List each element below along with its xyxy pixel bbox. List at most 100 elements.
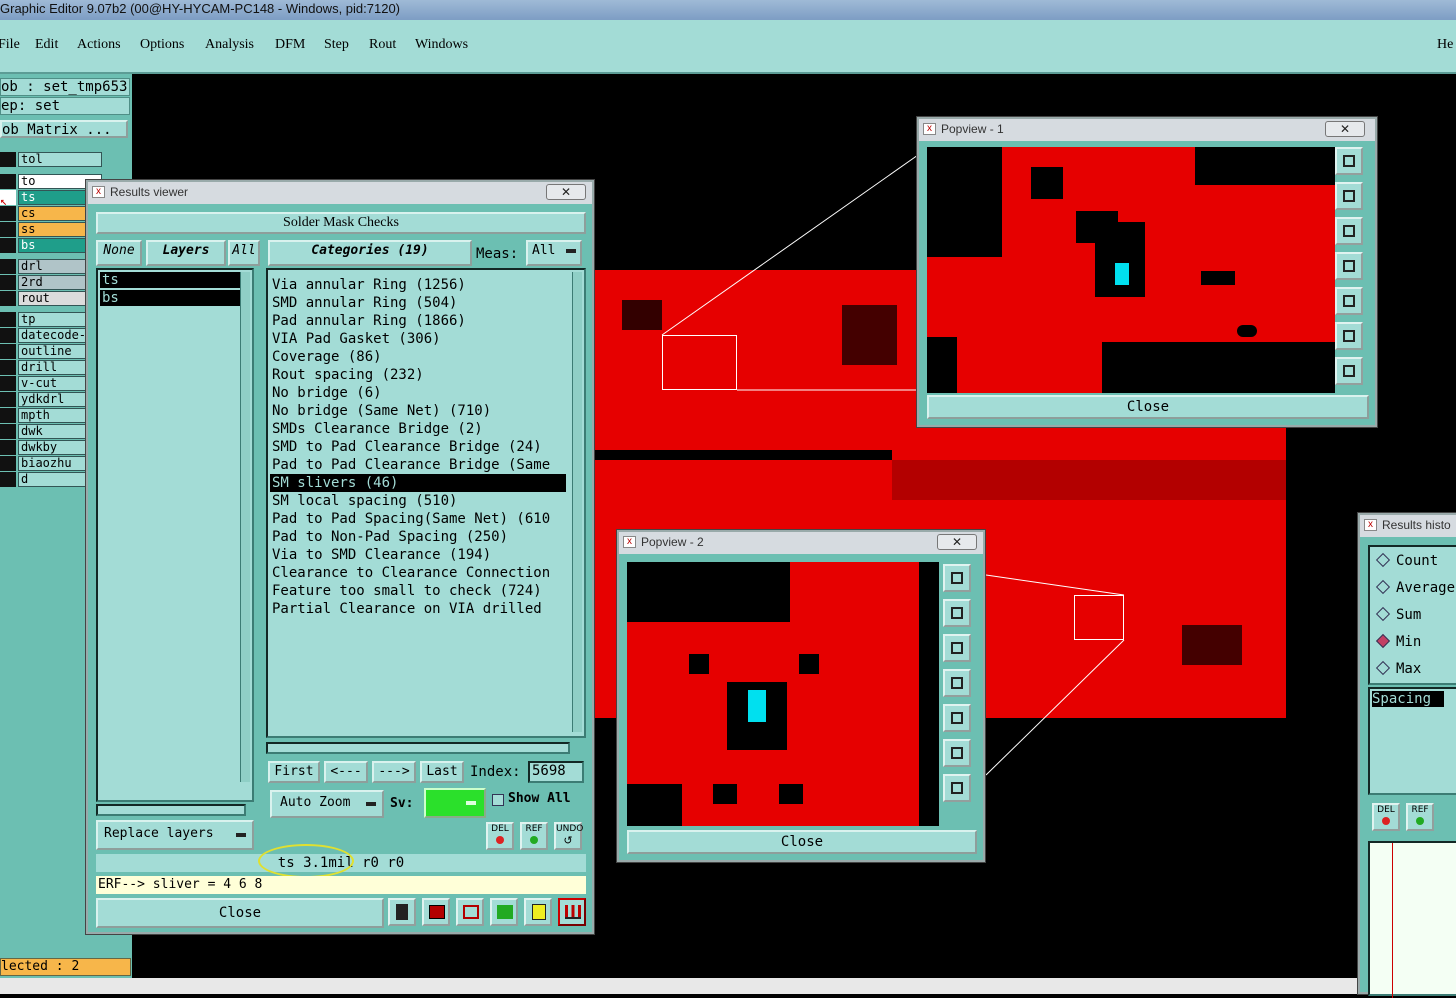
layer-list-hscroll[interactable] [96, 804, 246, 816]
show-all-checkbox[interactable] [492, 794, 504, 806]
category-item[interactable]: Pad to Non-Pad Spacing (250) [270, 528, 566, 546]
popview-1-close-button[interactable]: Close [927, 395, 1369, 419]
category-item[interactable]: SMDs Clearance Bridge (2) [270, 420, 566, 438]
last-button[interactable]: Last [420, 761, 464, 783]
zoom-out-icon[interactable] [1335, 357, 1363, 385]
menu-windows[interactable]: Windows [415, 37, 468, 53]
pan-down-icon[interactable] [1335, 217, 1363, 245]
categories-button[interactable]: Categories (19) [268, 240, 472, 266]
zoom-in-icon[interactable] [943, 564, 971, 592]
close-icon[interactable]: ✕ [937, 534, 977, 550]
category-item[interactable]: Via annular Ring (1256) [270, 276, 566, 294]
menu-step[interactable]: Step [324, 37, 349, 53]
job-label: ob : set_tmp653 [0, 78, 130, 96]
category-scrollbar[interactable] [572, 272, 582, 732]
menu-rout[interactable]: Rout [369, 37, 396, 53]
window-icon: x [623, 536, 636, 548]
layer-list[interactable]: ts bs [96, 268, 254, 802]
layer-tol[interactable]: tol [18, 152, 102, 167]
pan-up-icon[interactable] [1335, 182, 1363, 210]
help-icon[interactable] [490, 898, 518, 926]
pan-right-icon[interactable] [1335, 287, 1363, 315]
menu-actions[interactable]: Actions [77, 37, 121, 53]
sum-option[interactable]: Sum [1375, 606, 1421, 623]
snapshot-icon[interactable] [422, 898, 450, 926]
close-icon[interactable]: ✕ [546, 184, 586, 200]
max-option[interactable]: Max [1375, 660, 1422, 677]
category-item[interactable]: SM local spacing (510) [270, 492, 566, 510]
replace-layers-dropdown[interactable]: Replace layers [96, 820, 254, 850]
category-item[interactable]: No bridge (6) [270, 384, 566, 402]
layer-list-scrollbar[interactable] [240, 272, 250, 782]
category-item[interactable]: Clearance to Clearance Connection [270, 564, 566, 582]
menu-help[interactable]: He [1437, 37, 1453, 53]
category-item[interactable]: Rout spacing (232) [270, 366, 566, 384]
zoom-out-icon[interactable] [943, 774, 971, 802]
max-label: Max [1396, 661, 1422, 677]
zoom-in-icon[interactable] [1335, 147, 1363, 175]
layer-list-item[interactable]: bs [100, 290, 240, 306]
undo-button[interactable]: UNDO ↺ [554, 822, 583, 850]
prev-button[interactable]: <--- [324, 761, 368, 783]
category-item[interactable]: Via to SMD Clearance (194) [270, 546, 566, 564]
min-option[interactable]: Min [1375, 633, 1421, 650]
category-item[interactable]: SMD to Pad Clearance Bridge (24) [270, 438, 566, 456]
ref-button[interactable]: REF [520, 822, 548, 850]
field-list-item[interactable]: Spacing [1372, 691, 1444, 707]
pan-right-icon[interactable] [943, 704, 971, 732]
category-hscroll[interactable] [266, 742, 570, 754]
popview-2-close-button[interactable]: Close [627, 830, 977, 854]
count-option[interactable]: Count [1375, 552, 1438, 569]
next-button[interactable]: ---> [372, 761, 416, 783]
index-input[interactable]: 5698 [528, 761, 584, 783]
close-button[interactable]: Close [96, 898, 384, 928]
category-item[interactable]: Pad annular Ring (1866) [270, 312, 566, 330]
zoom-fit-icon[interactable] [1335, 322, 1363, 350]
erf-line: ERF--> sliver = 4 6 8 [96, 876, 586, 894]
category-item[interactable]: VIA Pad Gasket (306) [270, 330, 566, 348]
none-button[interactable]: None [96, 240, 142, 266]
category-item[interactable]: Pad to Pad Clearance Bridge (Same [270, 456, 566, 474]
category-item[interactable]: Coverage (86) [270, 348, 566, 366]
category-item[interactable]: SM slivers (46) [270, 474, 566, 492]
delete-results-icon[interactable] [456, 898, 484, 926]
category-item[interactable]: Pad to Pad Spacing(Same Net) (610 [270, 510, 566, 528]
all-button[interactable]: All [228, 240, 260, 266]
category-item[interactable]: No bridge (Same Net) (710) [270, 402, 566, 420]
histogram-del-button[interactable]: DEL [1372, 803, 1400, 831]
histogram-plot [1368, 841, 1456, 998]
pan-left-icon[interactable] [943, 669, 971, 697]
notes-icon[interactable] [524, 898, 552, 926]
pan-left-icon[interactable] [1335, 252, 1363, 280]
average-option[interactable]: Average [1375, 579, 1455, 596]
menu-options[interactable]: Options [140, 37, 184, 53]
histogram-icon[interactable] [558, 898, 586, 926]
category-list[interactable]: Via annular Ring (1256) SMD annular Ring … [266, 268, 586, 738]
del-button[interactable]: DEL [486, 822, 514, 850]
meas-dropdown[interactable]: All [526, 240, 582, 266]
layer-list-item[interactable]: ts [100, 272, 240, 288]
popview-2-canvas[interactable] [627, 562, 939, 826]
menu-file[interactable]: File [0, 37, 20, 53]
pan-down-icon[interactable] [943, 634, 971, 662]
job-matrix-button[interactable]: ob Matrix ... [0, 120, 128, 138]
histogram-ref-button[interactable]: REF [1406, 803, 1434, 831]
close-icon[interactable]: ✕ [1325, 121, 1365, 137]
report-icon[interactable] [388, 898, 416, 926]
category-item[interactable]: SMD annular Ring (504) [270, 294, 566, 312]
menu-analysis[interactable]: Analysis [205, 37, 254, 53]
pan-up-icon[interactable] [943, 599, 971, 627]
category-item[interactable]: Partial Clearance on VIA drilled [270, 600, 566, 618]
histogram-titlebar: x Results histo [1360, 515, 1456, 537]
sv-color-dropdown[interactable] [424, 788, 486, 818]
category-item[interactable]: Feature too small to check (724) [270, 582, 566, 600]
app-titlebar: Graphic Editor 9.07b2 (00@HY-HYCAM-PC148… [0, 0, 1456, 20]
menu-dfm[interactable]: DFM [275, 37, 305, 53]
menu-edit[interactable]: Edit [35, 37, 58, 53]
window-icon: x [92, 186, 105, 198]
first-button[interactable]: First [268, 761, 320, 783]
popview-1-canvas[interactable] [927, 147, 1335, 393]
zoom-fit-icon[interactable] [943, 739, 971, 767]
zoom-dropdown[interactable]: Auto Zoom [270, 790, 384, 818]
layers-button[interactable]: Layers [146, 240, 226, 266]
